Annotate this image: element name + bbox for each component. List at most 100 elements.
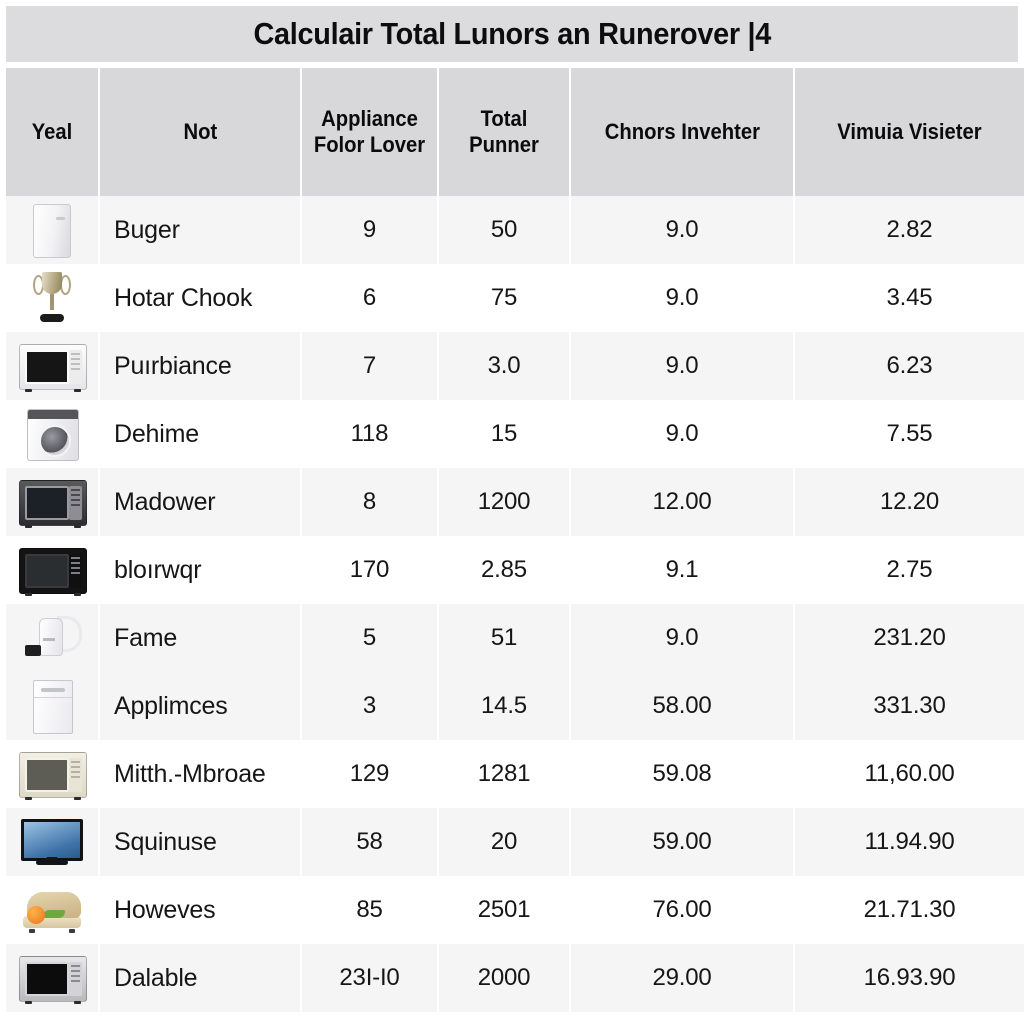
cell-chnors: 12.00 — [571, 468, 793, 536]
column-header-vimuia-visieter-label: Vimuia Visieter — [837, 119, 982, 145]
cell-name: Mitth.-Mbroae — [100, 740, 300, 808]
column-header-total-punner-label: Total Punner — [469, 106, 539, 157]
cell-folor: 3 — [302, 672, 437, 740]
cell-chnors: 9.0 — [571, 400, 793, 468]
refrigerator-icon — [15, 202, 89, 258]
column-header-yeal: Yeal — [6, 68, 98, 196]
cell-chnors: 9.1 — [571, 536, 793, 604]
cell-folor: 5 — [302, 604, 437, 672]
table-row[interactable]: Madower 8 1200 12.00 12.20 — [0, 468, 1024, 536]
cell-vimuia: 16.93.90 — [795, 944, 1024, 1012]
row-icon-cell — [6, 876, 98, 944]
column-header-yeal-label: Yeal — [31, 119, 73, 145]
cell-folor: 85 — [302, 876, 437, 944]
column-header-not: Not — [100, 68, 300, 196]
table-header-row: Yeal Not Appliance Folor Lover Total Pun… — [0, 68, 1024, 196]
cell-folor: 7 — [302, 332, 437, 400]
column-header-not-label: Not — [183, 119, 217, 145]
cell-vimuia: 11,60.00 — [795, 740, 1024, 808]
trophy-icon — [15, 270, 89, 326]
cell-punner: 14.5 — [439, 672, 569, 740]
cell-name: Howeves — [100, 876, 300, 944]
cell-punner: 15 — [439, 400, 569, 468]
microwave-white-icon — [15, 338, 89, 394]
row-icon-cell — [6, 264, 98, 332]
dishwasher-icon — [15, 678, 89, 734]
cell-name: Squinuse — [100, 808, 300, 876]
row-icon-cell — [6, 536, 98, 604]
table-row[interactable]: Mitth.-Mbroae 129 1281 59.08 11,60.00 — [0, 740, 1024, 808]
cell-punner: 50 — [439, 196, 569, 264]
row-icon-cell — [6, 604, 98, 672]
column-header-appliance-folor-lover-label: Appliance Folor Lover — [313, 106, 426, 157]
cell-chnors: 59.00 — [571, 808, 793, 876]
washing-machine-icon — [15, 406, 89, 462]
cell-chnors: 76.00 — [571, 876, 793, 944]
microwave-silver-icon — [15, 474, 89, 530]
cell-vimuia: 231.20 — [795, 604, 1024, 672]
cell-folor: 8 — [302, 468, 437, 536]
row-icon-cell — [6, 672, 98, 740]
cell-chnors: 29.00 — [571, 944, 793, 1012]
cell-folor: 170 — [302, 536, 437, 604]
cell-name: Applimces — [100, 672, 300, 740]
cell-punner: 2.85 — [439, 536, 569, 604]
cell-punner: 2000 — [439, 944, 569, 1012]
row-icon-cell — [6, 332, 98, 400]
cell-vimuia: 2.75 — [795, 536, 1024, 604]
table-row[interactable]: Puırbiance 7 3.0 9.0 6.23 — [0, 332, 1024, 400]
cell-name: Puırbiance — [100, 332, 300, 400]
cell-name: Dalable — [100, 944, 300, 1012]
table-screenshot: Calculair Total Lunors an Runerover |4 Y… — [0, 0, 1024, 1024]
row-icon-cell — [6, 400, 98, 468]
cell-chnors: 9.0 — [571, 332, 793, 400]
cell-vimuia: 331.30 — [795, 672, 1024, 740]
table-row[interactable]: Hotar Chook 6 75 9.0 3.45 — [0, 264, 1024, 332]
table-row[interactable]: Applimces 3 14.5 58.00 331.30 — [0, 672, 1024, 740]
cell-vimuia: 7.55 — [795, 400, 1024, 468]
table-row[interactable]: Fame 5 51 9.0 231.20 — [0, 604, 1024, 672]
table-row[interactable]: Dehime 118 15 9.0 7.55 — [0, 400, 1024, 468]
table-row[interactable]: Buger 9 50 9.0 2.82 — [0, 196, 1024, 264]
row-icon-cell — [6, 808, 98, 876]
table-row[interactable]: bloırwqr 170 2.85 9.1 2.75 — [0, 536, 1024, 604]
table-row[interactable]: Howeves 85 2501 76.00 21.71.30 — [0, 876, 1024, 944]
column-header-chnors-invehter: Chnors Invehter — [571, 68, 793, 196]
cell-name: Fame — [100, 604, 300, 672]
column-header-appliance-folor-lover: Appliance Folor Lover — [302, 68, 437, 196]
cell-chnors: 58.00 — [571, 672, 793, 740]
cell-punner: 1200 — [439, 468, 569, 536]
cell-punner: 75 — [439, 264, 569, 332]
row-icon-cell — [6, 196, 98, 264]
cell-punner: 51 — [439, 604, 569, 672]
row-icon-cell — [6, 740, 98, 808]
sandwich-icon — [15, 882, 89, 938]
microwave-black-icon — [15, 542, 89, 598]
kettle-icon — [15, 610, 89, 666]
cell-vimuia: 3.45 — [795, 264, 1024, 332]
microwave-cream-icon — [15, 746, 89, 802]
cell-name: Dehime — [100, 400, 300, 468]
cell-folor: 6 — [302, 264, 437, 332]
cell-vimuia: 2.82 — [795, 196, 1024, 264]
cell-vimuia: 21.71.30 — [795, 876, 1024, 944]
cell-vimuia: 11.94.90 — [795, 808, 1024, 876]
cell-folor: 58 — [302, 808, 437, 876]
television-icon — [15, 814, 89, 870]
cell-name: Madower — [100, 468, 300, 536]
cell-vimuia: 12.20 — [795, 468, 1024, 536]
cell-name: Hotar Chook — [100, 264, 300, 332]
cell-vimuia: 6.23 — [795, 332, 1024, 400]
cell-folor: 129 — [302, 740, 437, 808]
row-icon-cell — [6, 944, 98, 1012]
table-row[interactable]: Dalable 23I-I0 2000 29.00 16.93.90 — [0, 944, 1024, 1012]
cell-chnors: 59.08 — [571, 740, 793, 808]
column-header-vimuia-visieter: Vimuia Visieter — [795, 68, 1024, 196]
table-row[interactable]: Squinuse 58 20 59.00 11.94.90 — [0, 808, 1024, 876]
cell-name: Buger — [100, 196, 300, 264]
cell-folor: 9 — [302, 196, 437, 264]
cell-chnors: 9.0 — [571, 604, 793, 672]
page-title: Calculair Total Lunors an Runerover |4 — [253, 16, 771, 51]
cell-name: bloırwqr — [100, 536, 300, 604]
column-header-chnors-invehter-label: Chnors Invehter — [604, 119, 760, 145]
